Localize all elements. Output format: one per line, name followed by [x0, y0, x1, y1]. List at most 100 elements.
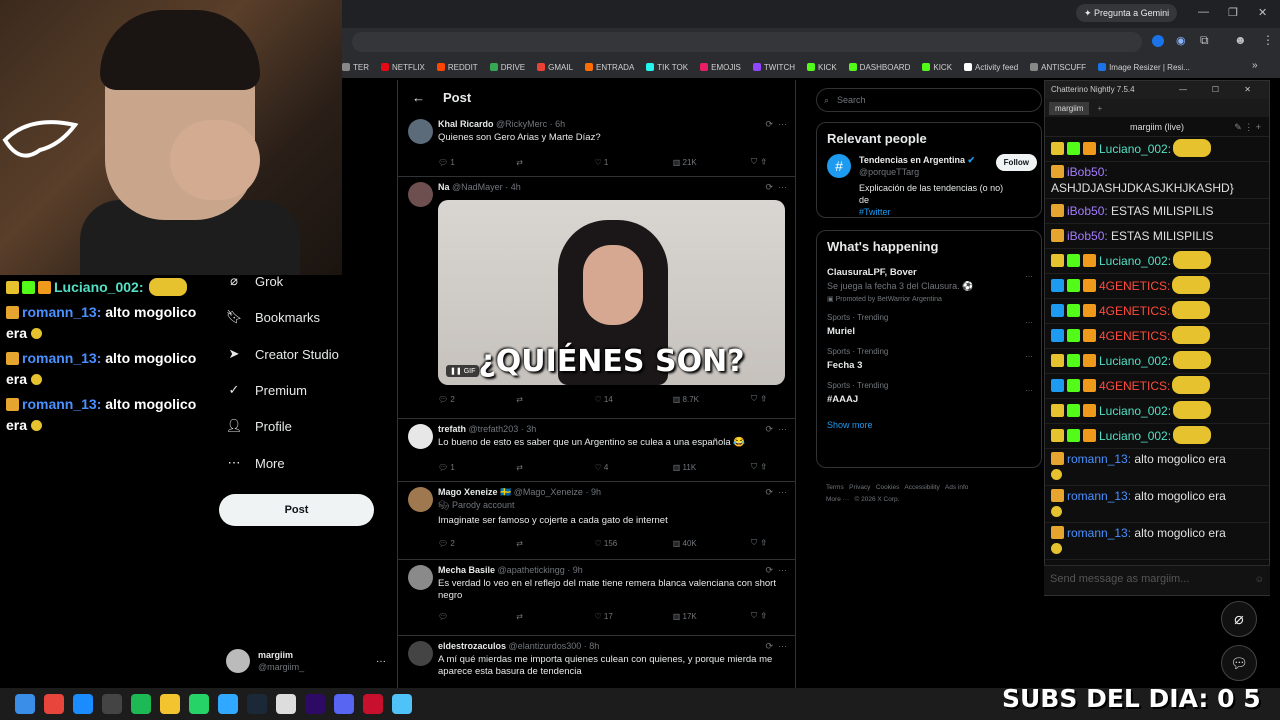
reply-icon[interactable]: 💬︎ 2: [438, 395, 468, 404]
footer-link[interactable]: Terms: [826, 484, 844, 491]
premiere-icon[interactable]: [304, 694, 325, 714]
extensions-puzzle-icon[interactable]: ⧉: [1200, 33, 1209, 48]
chat-username[interactable]: romann_13:: [1067, 452, 1131, 466]
show-more-link[interactable]: Show more: [817, 410, 1041, 440]
bookmark-item[interactable]: DRIVE: [489, 63, 525, 72]
account-switcher[interactable]: margiim @margiim_ ···: [226, 645, 386, 677]
bookmark-icon[interactable]: ⛉ ⇧: [751, 394, 781, 404]
gemini-button[interactable]: ✦ Pregunta a Gemini: [1076, 4, 1178, 22]
nav-premium[interactable]: ✓ Premium: [226, 382, 307, 398]
minimize-icon[interactable]: —: [1198, 6, 1209, 18]
bookmark-item[interactable]: ENTRADA: [585, 63, 634, 72]
trend-options-icon[interactable]: ···: [1025, 272, 1033, 281]
views-icon[interactable]: ▥ 11K: [673, 463, 703, 472]
audio-icon[interactable]: ◉: [1176, 34, 1186, 47]
address-bar[interactable]: [352, 32, 1142, 52]
add-tab-icon[interactable]: +: [1097, 104, 1102, 113]
chat-username[interactable]: Luciano_002:: [1099, 354, 1171, 368]
tweet-options-icon[interactable]: ⟳ ···: [765, 119, 787, 130]
bookmark-item[interactable]: EMOJIS: [700, 63, 741, 72]
tweet-options-icon[interactable]: ⟳ ···: [765, 182, 787, 193]
footer-link[interactable]: Cookies: [876, 484, 899, 491]
reply-icon[interactable]: 💬︎ 1: [438, 463, 468, 472]
reply-icon[interactable]: 💬︎ 1: [438, 158, 468, 167]
chat-username[interactable]: romann_13:: [1067, 489, 1131, 503]
chat-username[interactable]: iBob50:: [1067, 204, 1108, 218]
tab-margiim[interactable]: margiim: [1049, 101, 1090, 115]
tweet[interactable]: ⟳ ··· Mago Xeneize 🇸🇪 @Mago_Xeneize · 9h…: [398, 482, 795, 560]
bookmark-item[interactable]: NETFLIX: [381, 63, 425, 72]
trend-item[interactable]: ClausuraLPF, Bover Se juega la fecha 3 d…: [817, 262, 1041, 308]
bookmark-item[interactable]: GMAIL: [537, 63, 573, 72]
emote-picker-icon[interactable]: ☺: [1255, 566, 1264, 592]
post-button[interactable]: Post: [219, 494, 374, 526]
extension-icon[interactable]: [1152, 35, 1164, 47]
close-icon[interactable]: ✕: [1244, 81, 1251, 99]
minimize-icon[interactable]: —: [1179, 81, 1187, 99]
chat-username[interactable]: 4GENETICS:: [1099, 379, 1170, 393]
windows-start-icon[interactable]: [14, 694, 35, 714]
grok-fab-icon[interactable]: ⌀: [1221, 601, 1257, 637]
nav-bookmarks[interactable]: 🔖︎ Bookmarks: [226, 309, 320, 325]
footer-link[interactable]: Privacy: [849, 484, 870, 491]
tweet-options-icon[interactable]: ⟳ ···: [765, 487, 787, 498]
chat-username[interactable]: 4GENETICS:: [1099, 279, 1170, 293]
search-input[interactable]: ⌕ Search: [816, 88, 1042, 112]
follow-button[interactable]: Follow: [995, 154, 1037, 171]
bookmark-item[interactable]: Image Resizer | Resi...: [1098, 63, 1190, 72]
chrome-icon[interactable]: [43, 694, 64, 714]
bookmark-item[interactable]: Activity feed: [964, 63, 1018, 72]
trend-item[interactable]: Sports · Trending #AAAJ ···: [817, 376, 1041, 410]
bookmark-item[interactable]: DASHBOARD: [848, 63, 910, 72]
trend-item[interactable]: Sports · Trending Muriel ···: [817, 308, 1041, 342]
bookmark-item[interactable]: REDDIT: [436, 63, 478, 72]
repost-icon[interactable]: ⇄: [516, 158, 546, 167]
like-icon[interactable]: ♡ 17: [595, 612, 625, 621]
split-menu-icon[interactable]: ✎ ⋮ +: [1234, 117, 1261, 137]
tweet[interactable]: ⟳ ··· eldestrozaculos @elantizurdos300 ·…: [398, 636, 795, 688]
profile-icon[interactable]: ☻: [1234, 33, 1247, 47]
like-icon[interactable]: ♡ 14: [595, 395, 625, 404]
messages-fab-icon[interactable]: 💬︎: [1221, 645, 1257, 681]
chat-username[interactable]: iBob50:: [1067, 165, 1108, 179]
hashtag-link[interactable]: #Twitter: [859, 206, 1009, 218]
chat-username[interactable]: 4GENETICS:: [1099, 304, 1170, 318]
back-arrow-icon[interactable]: ←: [412, 90, 425, 105]
nav-grok[interactable]: ⌀ Grok: [226, 273, 283, 289]
trend-item[interactable]: Sports · Trending Fecha 3 ···: [817, 342, 1041, 376]
close-icon[interactable]: ✕: [1258, 6, 1267, 19]
footer-link[interactable]: Accessibility: [904, 484, 939, 491]
ccleaner-icon[interactable]: [362, 694, 383, 714]
steam-icon[interactable]: [246, 694, 267, 714]
repost-icon[interactable]: ⇄: [516, 539, 546, 548]
tweet-options-icon[interactable]: ⟳ ···: [765, 565, 787, 576]
chat-username[interactable]: Luciano_002:: [1099, 429, 1171, 443]
bookmarks-overflow-icon[interactable]: »: [1252, 60, 1258, 71]
repost-icon[interactable]: ⇄: [516, 612, 546, 621]
trend-options-icon[interactable]: ···: [1025, 352, 1033, 361]
repost-icon[interactable]: ⇄: [516, 463, 546, 472]
chat-input[interactable]: Send message as margiim... ☺: [1044, 565, 1270, 595]
bookmark-item[interactable]: ANTISCUFF: [1030, 63, 1086, 72]
reply-icon[interactable]: 💬︎ 2: [438, 539, 468, 548]
reply-icon[interactable]: 💬︎: [438, 612, 468, 621]
nav-profile[interactable]: 👤︎ Profile: [226, 418, 292, 434]
maximize-icon[interactable]: ❐: [1228, 6, 1238, 19]
bookmark-icon[interactable]: ⛉ ⇧: [751, 538, 781, 548]
nav-more[interactable]: ⋯ More: [226, 455, 285, 471]
notepad-icon[interactable]: [391, 694, 412, 714]
like-icon[interactable]: ♡ 4: [595, 463, 625, 472]
maximize-icon[interactable]: ☐: [1212, 81, 1219, 99]
bookmark-item[interactable]: TWITCH: [752, 63, 795, 72]
like-icon[interactable]: ♡ 1: [595, 158, 625, 167]
chat-username[interactable]: iBob50:: [1067, 229, 1108, 243]
footer-link[interactable]: More ···: [826, 496, 849, 503]
bookmark-icon[interactable]: ⛉ ⇧: [751, 157, 781, 167]
views-icon[interactable]: ▥ 17K: [673, 612, 703, 621]
nav-creator-studio[interactable]: ➤ Creator Studio: [226, 346, 339, 362]
footer-link[interactable]: Ads info: [945, 484, 969, 491]
tweet[interactable]: ⟳ ··· Khal Ricardo @RickyMerc · 6h Quien…: [398, 114, 795, 177]
tweet[interactable]: ⟳ ··· Na @NadMayer · 4h ¿QUIÉNES SON? ❚❚…: [398, 177, 795, 419]
browser-menu-icon[interactable]: ⋮: [1262, 33, 1274, 47]
bookmark-icon[interactable]: ⛉ ⇧: [751, 462, 781, 472]
